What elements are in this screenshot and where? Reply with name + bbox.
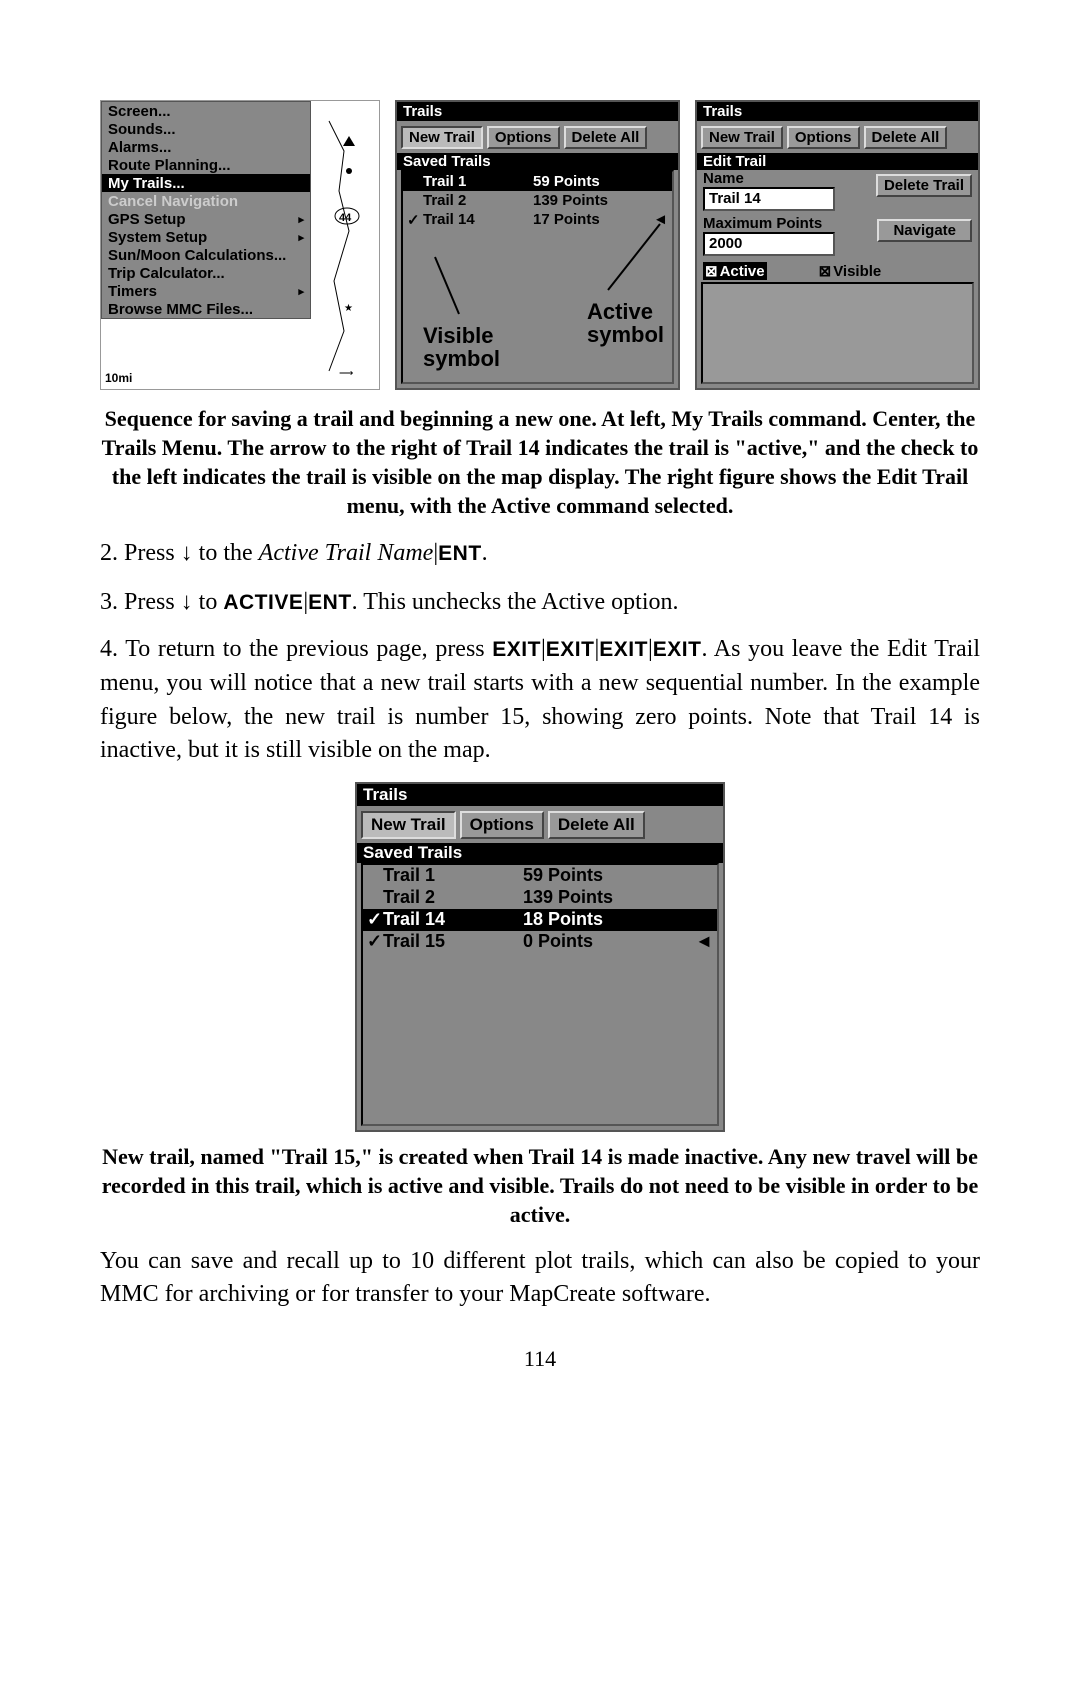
map-background: 44 ★ ⟶ bbox=[309, 111, 379, 381]
new-trail-button-3[interactable]: New Trail bbox=[361, 811, 456, 839]
menu-item[interactable]: Sounds... bbox=[102, 120, 310, 138]
panel-trails-list-2: Trails New Trail Options Delete All Save… bbox=[355, 782, 725, 1132]
titlebar-trails-3: Trails bbox=[357, 784, 723, 806]
trail-points: 18 Points bbox=[523, 909, 695, 930]
svg-text:44: 44 bbox=[339, 212, 352, 224]
menu-item[interactable]: Screen... bbox=[102, 102, 310, 120]
menu-item[interactable]: GPS Setup▸ bbox=[102, 210, 310, 228]
callout-visible-symbol: Visiblesymbol bbox=[423, 324, 500, 370]
menu-item[interactable]: My Trails... bbox=[102, 174, 310, 192]
max-points-label: Maximum Points bbox=[697, 215, 877, 232]
menu-item[interactable]: System Setup▸ bbox=[102, 228, 310, 246]
saved-trails-header-2: Saved Trails bbox=[357, 843, 723, 863]
menu-item[interactable]: Browse MMC Files... bbox=[102, 300, 310, 318]
menu-item[interactable]: Route Planning... bbox=[102, 156, 310, 174]
panel-menu-map: 44 ★ ⟶ Screen...Sounds...Alarms...Route … bbox=[100, 100, 380, 390]
new-trail-button-2[interactable]: New Trail bbox=[701, 126, 783, 149]
trail-points: 59 Points bbox=[533, 173, 650, 190]
trail-name: Trail 14 bbox=[423, 211, 533, 228]
trail-points: 139 Points bbox=[533, 192, 650, 209]
trail-name: Trail 2 bbox=[383, 887, 523, 908]
new-trail-button[interactable]: New Trail bbox=[401, 126, 483, 149]
main-menu-list: Screen...Sounds...Alarms...Route Plannin… bbox=[101, 101, 311, 319]
menu-item[interactable]: Timers▸ bbox=[102, 282, 310, 300]
trail-name: Trail 14 bbox=[383, 909, 523, 930]
active-arrow-icon: ◄ bbox=[695, 931, 713, 952]
trail-points: 0 Points bbox=[523, 931, 695, 952]
figure-2: Trails New Trail Options Delete All Save… bbox=[100, 782, 980, 1132]
map-scale: 10mi bbox=[105, 371, 132, 385]
trail-row[interactable]: ✓Trail 1418 Points bbox=[363, 909, 717, 931]
menu-item[interactable]: Alarms... bbox=[102, 138, 310, 156]
delete-trail-button[interactable]: Delete Trail bbox=[876, 174, 972, 197]
trail-row[interactable]: Trail 2139 Points bbox=[363, 887, 717, 909]
saved-trails-header: Saved Trails bbox=[397, 153, 678, 170]
max-points-field[interactable]: 2000 bbox=[703, 232, 835, 256]
menu-item[interactable]: Sun/Moon Calculations... bbox=[102, 246, 310, 264]
figure-row-1: 44 ★ ⟶ Screen...Sounds...Alarms...Route … bbox=[100, 100, 980, 390]
trail-row[interactable]: Trail 2139 Points bbox=[403, 191, 672, 210]
panel-edit-trail: Trails New Trail Options Delete All Edit… bbox=[695, 100, 980, 390]
delete-all-button[interactable]: Delete All bbox=[564, 126, 648, 149]
name-label: Name bbox=[697, 170, 876, 187]
delete-all-button-3[interactable]: Delete All bbox=[548, 811, 645, 839]
titlebar-trails: Trails bbox=[397, 102, 678, 121]
saved-trails-list[interactable]: Trail 159 PointsTrail 2139 Points✓Trail … bbox=[401, 170, 674, 384]
saved-trails-list-2[interactable]: Trail 159 PointsTrail 2139 Points✓Trail … bbox=[361, 863, 719, 1126]
edit-trail-empty-area bbox=[701, 282, 974, 384]
trail-name: Trail 1 bbox=[383, 865, 523, 886]
svg-text:⟶: ⟶ bbox=[339, 368, 353, 379]
titlebar-trails-2: Trails bbox=[697, 102, 978, 121]
closing-paragraph: You can save and recall up to 10 differe… bbox=[100, 1245, 980, 1312]
menu-item[interactable]: Trip Calculator... bbox=[102, 264, 310, 282]
trail-row[interactable]: ✓Trail 150 Points◄ bbox=[363, 931, 717, 953]
figure2-caption: New trail, named "Trail 15," is created … bbox=[100, 1142, 980, 1229]
trail-points: 59 Points bbox=[523, 865, 695, 886]
callout-active-symbol: Activesymbol bbox=[587, 300, 664, 346]
visible-check-icon: ✓ bbox=[367, 931, 383, 952]
body-text: 2. Press ↓ to the Active Trail Name|ENT.… bbox=[100, 536, 980, 768]
panel-trails-list: Trails New Trail Options Delete All Save… bbox=[395, 100, 680, 390]
trail-row[interactable]: Trail 159 Points bbox=[403, 172, 672, 191]
trail-name: Trail 15 bbox=[383, 931, 523, 952]
active-checkbox[interactable]: ⊠Active bbox=[703, 262, 767, 280]
body-text-after: You can save and recall up to 10 differe… bbox=[100, 1245, 980, 1312]
name-field[interactable]: Trail 14 bbox=[703, 187, 835, 211]
menu-item[interactable]: Cancel Navigation bbox=[102, 192, 310, 210]
edit-trail-header: Edit Trail bbox=[697, 153, 978, 170]
options-button[interactable]: Options bbox=[487, 126, 560, 149]
options-button-2[interactable]: Options bbox=[787, 126, 860, 149]
options-button-3[interactable]: Options bbox=[460, 811, 544, 839]
figure1-caption: Sequence for saving a trail and beginnin… bbox=[100, 404, 980, 520]
trail-name: Trail 2 bbox=[423, 192, 533, 209]
trail-name: Trail 1 bbox=[423, 173, 533, 190]
visible-checkbox[interactable]: ⊠Visible bbox=[819, 262, 882, 280]
step-3: 3. Press ↓ to ACTIVE|ENT. This unchecks … bbox=[100, 585, 980, 620]
visible-check-icon: ✓ bbox=[407, 211, 423, 229]
visible-check-icon: ✓ bbox=[367, 909, 383, 930]
step-4: 4. To return to the previous page, press… bbox=[100, 633, 980, 767]
page-number: 114 bbox=[100, 1346, 980, 1372]
step-2: 2. Press ↓ to the Active Trail Name|ENT. bbox=[100, 536, 980, 571]
trail-points: 139 Points bbox=[523, 887, 695, 908]
navigate-button[interactable]: Navigate bbox=[877, 219, 972, 242]
trail-row[interactable]: Trail 159 Points bbox=[363, 865, 717, 887]
svg-text:★: ★ bbox=[344, 303, 353, 314]
delete-all-button-2[interactable]: Delete All bbox=[864, 126, 948, 149]
